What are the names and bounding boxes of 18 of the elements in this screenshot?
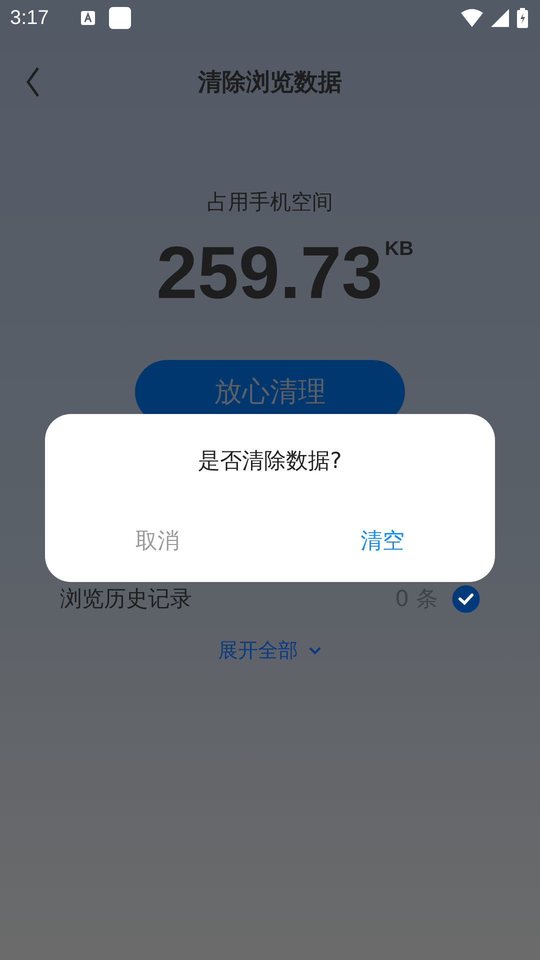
keyboard-notification-icon xyxy=(80,11,95,25)
item-name: 浏览历史记录 xyxy=(60,586,193,614)
checkbox[interactable] xyxy=(452,585,480,613)
cancel-button[interactable]: 取消 xyxy=(45,520,270,562)
chevron-down-icon xyxy=(308,646,322,656)
storage-unit: KB xyxy=(384,238,414,261)
battery-icon xyxy=(517,8,528,28)
notification-icon xyxy=(108,7,131,29)
wifi-icon xyxy=(461,9,483,27)
status-time: 3:17 xyxy=(10,6,49,30)
storage-label: 占用手机空间 xyxy=(206,189,334,216)
signal-icon xyxy=(491,9,509,27)
expand-all-link[interactable]: 展开全部 xyxy=(0,637,540,664)
back-icon[interactable] xyxy=(26,67,40,97)
confirm-button[interactable]: 清空 xyxy=(270,520,495,562)
page-title: 清除浏览数据 xyxy=(198,67,342,98)
dialog-message: 是否清除数据? xyxy=(197,448,343,476)
storage-value: 259.73 xyxy=(156,230,383,316)
